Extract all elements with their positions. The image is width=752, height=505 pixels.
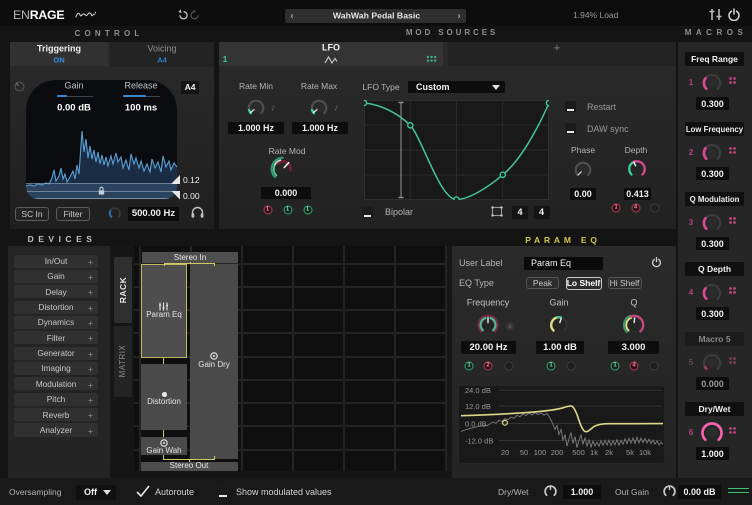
svg-text:100: 100 [534, 448, 547, 457]
svg-text:500: 500 [572, 448, 585, 457]
svg-text:12.0 dB: 12.0 dB [465, 401, 491, 410]
svg-text:10k: 10k [639, 448, 651, 457]
svg-text:50: 50 [520, 448, 528, 457]
svg-text:200: 200 [551, 448, 564, 457]
svg-text:5k: 5k [626, 448, 634, 457]
svg-text:20: 20 [501, 448, 509, 457]
svg-text:-12.0 dB: -12.0 dB [465, 436, 493, 445]
svg-text:2k: 2k [605, 448, 613, 457]
svg-text:24.0 dB: 24.0 dB [465, 386, 491, 395]
svg-text:1k: 1k [590, 448, 598, 457]
